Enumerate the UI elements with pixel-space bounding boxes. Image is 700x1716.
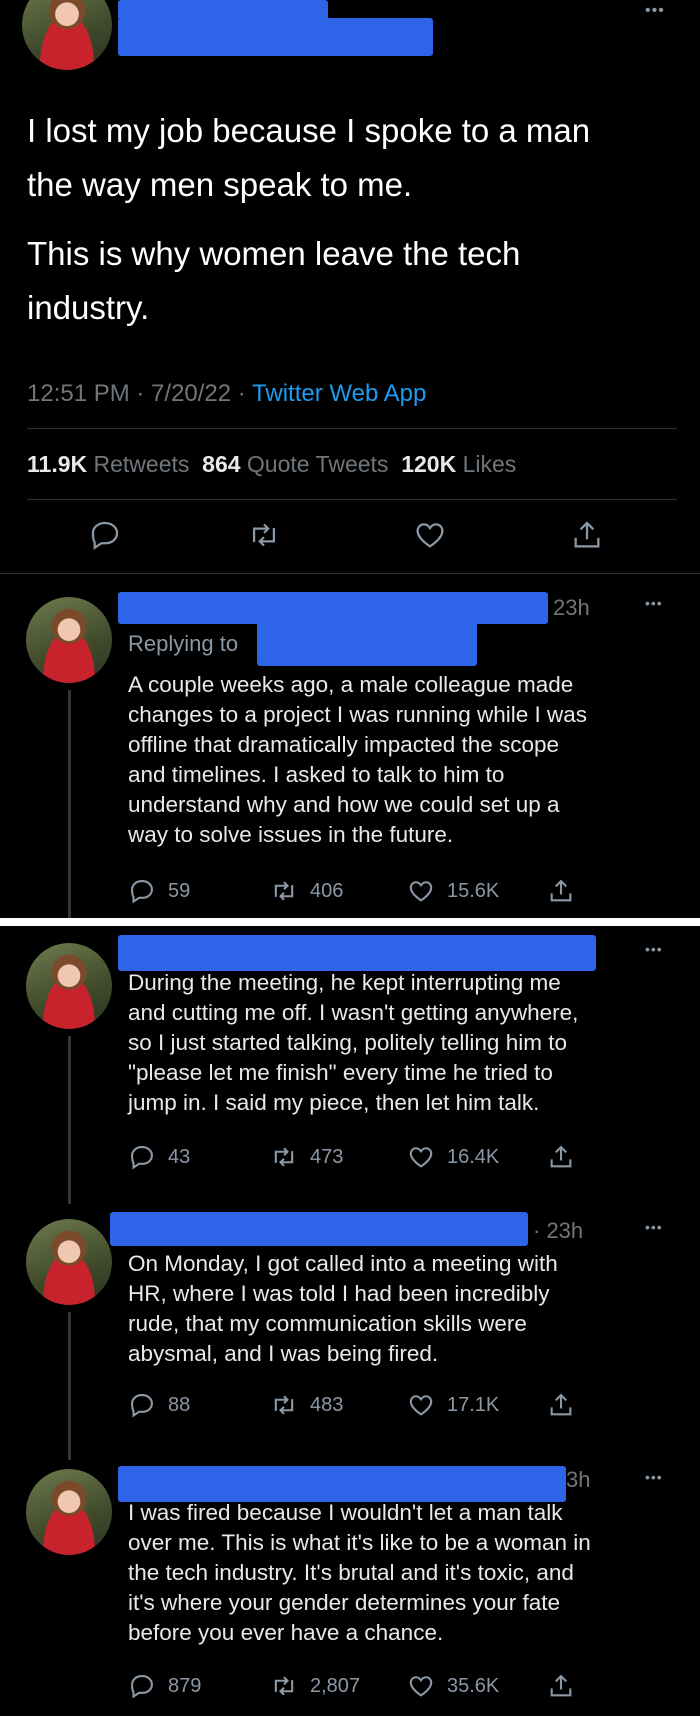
divider <box>27 499 677 500</box>
like-button[interactable] <box>413 518 459 552</box>
tweet-text-line: industry. <box>27 289 150 326</box>
like-button[interactable]: 35.6K <box>407 1672 499 1700</box>
tweet-timestamp: 12:51 PM · 7/20/22 · Twitter Web App <box>27 380 426 408</box>
reply-timestamp[interactable]: · 23h <box>533 1218 583 1244</box>
reply-text: On Monday, I got called into a meeting w… <box>128 1251 558 1366</box>
retweet-count: 406 <box>310 879 344 902</box>
like-count: 35.6K <box>447 1674 500 1697</box>
reply-button[interactable]: 879 <box>128 1672 201 1700</box>
share-button[interactable] <box>547 1143 587 1171</box>
reply-button[interactable]: 59 <box>128 877 190 905</box>
like-count: 16.4K <box>447 1145 500 1168</box>
share-button[interactable] <box>547 1391 587 1419</box>
reply-count: 88 <box>168 1393 191 1416</box>
retweet-icon <box>252 523 276 547</box>
avatar[interactable] <box>26 943 112 1029</box>
reply-icon <box>131 1146 153 1170</box>
more-options-icon[interactable]: ••• <box>645 596 663 610</box>
tweet-stats: 11.9K Retweets 864 Quote Tweets 120K Lik… <box>27 451 516 478</box>
replying-to-label: Replying to <box>128 631 239 656</box>
heart-icon <box>409 1395 433 1416</box>
screenshot-separator <box>0 918 700 926</box>
divider <box>0 573 700 574</box>
avatar[interactable] <box>26 1469 112 1555</box>
more-options-icon[interactable]: ••• <box>645 3 665 19</box>
reply-icon <box>131 880 153 904</box>
redacted-author-name <box>110 1212 528 1246</box>
redacted-replying-to-handle <box>257 618 477 666</box>
avatar[interactable] <box>22 0 112 70</box>
avatar[interactable] <box>26 597 112 683</box>
like-count: 17.1K <box>447 1393 500 1416</box>
retweet-button[interactable]: 473 <box>270 1143 343 1171</box>
like-count: 15.6K <box>447 879 500 902</box>
more-options-icon[interactable]: ••• <box>645 1220 663 1234</box>
reply-timestamp[interactable]: 23h <box>553 595 590 621</box>
tweet-time[interactable]: 12:51 PM · 7/20/22 · <box>27 380 252 407</box>
retweet-button[interactable]: 406 <box>270 877 343 905</box>
share-button[interactable] <box>547 877 587 905</box>
reply-count: 43 <box>168 1145 191 1168</box>
retweets-stat[interactable]: 11.9K Retweets <box>27 451 189 477</box>
reply-text: During the meeting, he kept interrupting… <box>128 970 579 1115</box>
redacted-author-name <box>118 935 596 971</box>
avatar[interactable] <box>26 1219 112 1305</box>
thread-connector <box>68 1312 71 1460</box>
share-button[interactable] <box>547 1672 587 1700</box>
tweet-text-line: I lost my job because I spoke to a man <box>27 112 591 149</box>
reply-button[interactable]: 43 <box>128 1143 190 1171</box>
reply-count: 59 <box>168 879 191 902</box>
share-icon <box>550 1393 572 1416</box>
reply-count: 879 <box>168 1674 202 1697</box>
retweet-icon <box>274 1395 294 1415</box>
retweet-count: 483 <box>310 1393 344 1416</box>
more-options-icon[interactable]: ••• <box>645 942 663 956</box>
share-icon <box>574 521 600 548</box>
retweet-button[interactable]: 2,807 <box>270 1672 360 1700</box>
tweet-text-line: This is why women leave the tech <box>27 235 521 272</box>
heart-icon <box>416 523 444 548</box>
reply-text: I was fired because I wouldn't let a man… <box>128 1500 591 1645</box>
retweet-count: 473 <box>310 1145 344 1168</box>
retweet-icon <box>274 1676 294 1696</box>
reply-button[interactable] <box>88 518 134 552</box>
like-button[interactable]: 15.6K <box>407 877 499 905</box>
more-options-icon[interactable]: ••• <box>645 1470 663 1484</box>
tweet-source-link[interactable]: Twitter Web App <box>252 380 426 407</box>
reply-text: A couple weeks ago, a male colleague mad… <box>128 672 587 847</box>
share-button[interactable] <box>570 518 616 552</box>
tweet-text-line: the way men speak to me. <box>27 166 413 203</box>
retweet-button[interactable]: 483 <box>270 1391 343 1419</box>
reply-icon <box>91 521 119 550</box>
share-icon <box>550 879 572 902</box>
retweet-icon <box>274 1147 294 1167</box>
redacted-author-handle <box>118 0 328 20</box>
retweet-count: 2,807 <box>310 1674 361 1697</box>
heart-icon <box>409 881 433 902</box>
likes-stat[interactable]: 120K Likes <box>401 451 516 477</box>
quote-tweets-stat[interactable]: 864 Quote Tweets <box>202 451 388 477</box>
retweet-icon <box>274 881 294 901</box>
redacted-author-name <box>118 1466 566 1502</box>
share-icon <box>550 1674 572 1697</box>
reply-timestamp[interactable]: 3h <box>566 1467 590 1493</box>
share-icon <box>550 1145 572 1168</box>
thread-connector <box>68 1036 71 1204</box>
like-button[interactable]: 16.4K <box>407 1143 499 1171</box>
thread-connector <box>68 690 71 918</box>
reply-button[interactable]: 88 <box>128 1391 190 1419</box>
heart-icon <box>409 1147 433 1168</box>
heart-icon <box>409 1676 433 1697</box>
like-button[interactable]: 17.1K <box>407 1391 499 1419</box>
redacted-author-name <box>118 18 433 56</box>
divider <box>27 428 677 429</box>
reply-icon <box>131 1675 153 1699</box>
reply-icon <box>131 1394 153 1418</box>
retweet-button[interactable] <box>247 518 293 552</box>
